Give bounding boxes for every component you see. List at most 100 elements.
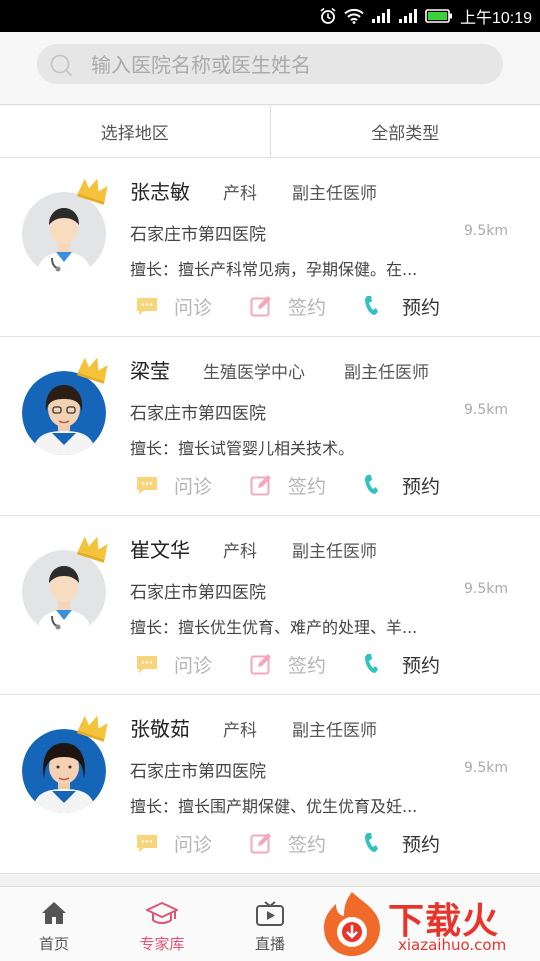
- nav-home-label: 首页: [0, 933, 108, 954]
- action-row: 问诊 签约 预约: [130, 291, 510, 321]
- search-box[interactable]: [37, 44, 503, 84]
- status-time: 上午10:19: [460, 4, 532, 28]
- chat-icon: [136, 653, 158, 675]
- wifi-icon: [344, 8, 364, 24]
- search-input[interactable]: [89, 44, 493, 86]
- graduation-cap-icon: [146, 901, 178, 927]
- phone-icon: [364, 653, 378, 675]
- hospital-name: 石家庄市第四医院: [130, 399, 266, 424]
- book-label: 预约: [402, 293, 440, 320]
- doctor-card[interactable]: 张敬茹 产科 副主任医师 石家庄市第四医院 9.5km 擅长：擅长围产期保健、优…: [0, 695, 540, 874]
- book-button[interactable]: 预约: [364, 291, 440, 321]
- doctor-specialty: 擅长：擅长试管婴儿相关技术。: [130, 435, 460, 459]
- consult-label: 问诊: [174, 472, 212, 499]
- distance: 9.5km: [464, 581, 508, 597]
- doctor-list: 张志敏 产科 副主任医师 石家庄市第四医院 9.5km 擅长：擅长产科常见病，孕…: [0, 158, 540, 874]
- hospital-name: 石家庄市第四医院: [130, 578, 266, 603]
- doctor-specialty: 擅长：擅长产科常见病，孕期保健。在...: [130, 256, 460, 280]
- tv-play-icon: [255, 901, 285, 927]
- phone-icon: [364, 295, 378, 317]
- chat-icon: [136, 832, 158, 854]
- sign-label: 签约: [288, 472, 326, 499]
- doctor-name: 张敬茹: [130, 713, 190, 742]
- home-icon: [41, 901, 67, 925]
- avatar-container: [22, 729, 106, 813]
- doctor-name: 张志敏: [130, 176, 190, 205]
- sign-label: 签约: [288, 293, 326, 320]
- status-bar: 上午10:19: [0, 0, 540, 32]
- book-label: 预约: [402, 472, 440, 499]
- avatar-container: [22, 192, 106, 276]
- nav-experts-label: 专家库: [108, 933, 216, 954]
- consult-label: 问诊: [174, 293, 212, 320]
- consult-label: 问诊: [174, 651, 212, 678]
- avatar-container: [22, 371, 106, 455]
- book-button[interactable]: 预约: [364, 828, 440, 858]
- consult-button[interactable]: 问诊: [136, 291, 212, 321]
- flame-logo-icon: [318, 888, 386, 958]
- avatar: [22, 192, 106, 276]
- edit-icon: [250, 832, 272, 854]
- edit-icon: [250, 653, 272, 675]
- avatar: [22, 371, 106, 455]
- hospital-name: 石家庄市第四医院: [130, 757, 266, 782]
- doctor-card[interactable]: 张志敏 产科 副主任医师 石家庄市第四医院 9.5km 擅长：擅长产科常见病，孕…: [0, 158, 540, 337]
- book-label: 预约: [402, 651, 440, 678]
- nav-experts[interactable]: 专家库: [108, 887, 216, 961]
- type-filter[interactable]: 全部类型: [271, 106, 540, 157]
- doctor-department: 产科: [223, 537, 257, 562]
- signal-icon-sim2: [398, 8, 418, 24]
- consult-button[interactable]: 问诊: [136, 649, 212, 679]
- watermark: 下载火 xiazaihuo.com: [318, 886, 540, 960]
- sign-button[interactable]: 签约: [250, 470, 326, 500]
- sign-label: 签约: [288, 651, 326, 678]
- doctor-title: 副主任医师: [292, 716, 377, 741]
- sign-button[interactable]: 签约: [250, 649, 326, 679]
- book-button[interactable]: 预约: [364, 470, 440, 500]
- doctor-title: 副主任医师: [292, 537, 377, 562]
- doctor-department: 生殖医学中心: [203, 358, 305, 383]
- doctor-card[interactable]: 崔文华 产科 副主任医师 石家庄市第四医院 9.5km 擅长：擅长优生优育、难产…: [0, 516, 540, 695]
- search-icon: [49, 53, 73, 77]
- distance: 9.5km: [464, 223, 508, 239]
- battery-icon: [425, 8, 453, 24]
- doctor-specialty: 擅长：擅长优生优育、难产的处理、羊...: [130, 614, 460, 638]
- region-filter[interactable]: 选择地区: [0, 106, 271, 157]
- distance: 9.5km: [464, 760, 508, 776]
- consult-button[interactable]: 问诊: [136, 828, 212, 858]
- filter-bar: 选择地区 全部类型: [0, 106, 540, 158]
- signal-icon-sim1: [371, 8, 391, 24]
- avatar-container: [22, 550, 106, 634]
- chat-icon: [136, 474, 158, 496]
- distance: 9.5km: [464, 402, 508, 418]
- doctor-card[interactable]: 梁莹 生殖医学中心 副主任医师 石家庄市第四医院 9.5km 擅长：擅长试管婴儿…: [0, 337, 540, 516]
- alarm-icon: [319, 7, 337, 25]
- sign-button[interactable]: 签约: [250, 828, 326, 858]
- phone-icon: [364, 474, 378, 496]
- sign-label: 签约: [288, 830, 326, 857]
- consult-button[interactable]: 问诊: [136, 470, 212, 500]
- consult-label: 问诊: [174, 830, 212, 857]
- doctor-department: 产科: [223, 179, 257, 204]
- edit-icon: [250, 295, 272, 317]
- hospital-name: 石家庄市第四医院: [130, 220, 266, 245]
- action-row: 问诊 签约 预约: [130, 649, 510, 679]
- edit-icon: [250, 474, 272, 496]
- doctor-department: 产科: [223, 716, 257, 741]
- action-row: 问诊 签约 预约: [130, 470, 510, 500]
- chat-icon: [136, 295, 158, 317]
- book-label: 预约: [402, 830, 440, 857]
- doctor-name: 梁莹: [130, 355, 170, 384]
- watermark-url: xiazaihuo.com: [398, 936, 506, 954]
- doctor-name: 崔文华: [130, 534, 190, 563]
- nav-live[interactable]: 直播: [216, 887, 324, 961]
- doctor-title: 副主任医师: [292, 179, 377, 204]
- avatar: [22, 550, 106, 634]
- sign-button[interactable]: 签约: [250, 291, 326, 321]
- nav-live-label: 直播: [216, 933, 324, 954]
- phone-icon: [364, 832, 378, 854]
- book-button[interactable]: 预约: [364, 649, 440, 679]
- nav-home[interactable]: 首页: [0, 887, 108, 961]
- search-header: [0, 32, 540, 105]
- avatar: [22, 729, 106, 813]
